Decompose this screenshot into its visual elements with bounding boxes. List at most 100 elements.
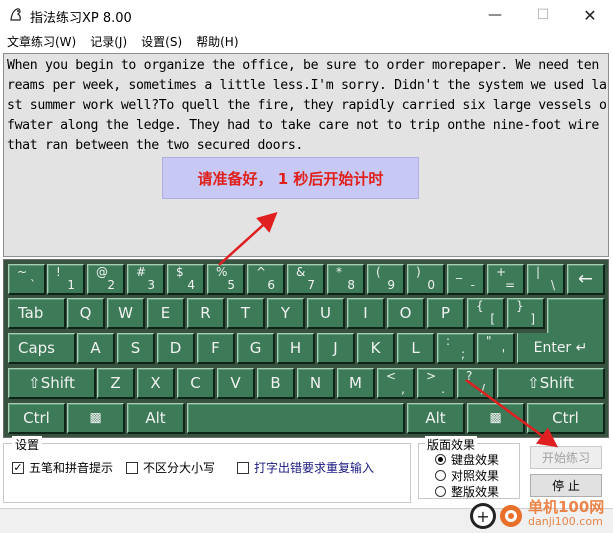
key-semicolon[interactable]: :;	[437, 333, 475, 364]
radio-compare-effect[interactable]: 对照效果	[435, 467, 499, 484]
key-right-shift[interactable]: ⇧Shift	[497, 368, 605, 399]
menu-article-practice[interactable]: 文章练习(W)	[0, 30, 83, 52]
key-space[interactable]	[187, 403, 405, 434]
window-title: 指法练习XP 8.00	[30, 11, 132, 26]
key-d[interactable]: D	[157, 333, 195, 364]
key-4[interactable]: $4	[167, 264, 205, 295]
key-left-win[interactable]: ▩	[67, 403, 125, 434]
start-practice-button[interactable]: 开始练习	[530, 446, 602, 469]
virtual-keyboard: ~ ` ! 1 @2 #3 $4 % 5 ^ 6 & 7 * 8 (9 ) 0 _ - + = |…	[3, 259, 609, 438]
checkbox-unchecked[interactable]	[126, 461, 138, 474]
key-period[interactable]: >.	[417, 368, 455, 399]
key-l[interactable]: L	[397, 333, 435, 364]
radio-unselected[interactable]	[435, 486, 446, 497]
key-q[interactable]: Q	[67, 298, 105, 329]
key-8[interactable]: * 8	[327, 264, 365, 295]
key-u[interactable]: U	[307, 298, 345, 329]
title-bar: 指法练习XP 8.00 — ☐ ✕	[0, 0, 613, 30]
maximize-icon: ☐	[536, 7, 550, 23]
windows-icon: ▩	[489, 410, 502, 426]
key-6[interactable]: ^ 6	[247, 264, 285, 295]
key-minus[interactable]: _ -	[447, 264, 485, 295]
option-case-insensitive[interactable]: 不区分大小写	[126, 459, 215, 476]
key-right-win[interactable]: ▩	[467, 403, 525, 434]
backspace-arrow-icon: ←	[577, 268, 594, 290]
key-t[interactable]: T	[227, 298, 265, 329]
key-f[interactable]: F	[197, 333, 235, 364]
practice-text-panel[interactable]: When you begin to organize the office, b…	[3, 53, 609, 257]
option-repeat-on-error[interactable]: 打字出错要求重复输入	[237, 459, 374, 476]
key-o[interactable]: O	[387, 298, 425, 329]
key-right-bracket[interactable]: }]	[507, 298, 545, 329]
key-p[interactable]: P	[427, 298, 465, 329]
app-icon	[10, 8, 21, 21]
close-button[interactable]: ✕	[567, 0, 613, 30]
key-backslash[interactable]: | \	[527, 264, 565, 295]
menu-records[interactable]: 记录(J)	[83, 30, 134, 52]
key-i[interactable]: I	[347, 298, 385, 329]
key-backspace[interactable]: ←	[567, 264, 605, 295]
key-right-ctrl[interactable]: Ctrl	[527, 403, 605, 434]
key-quote[interactable]: " '	[477, 333, 515, 364]
key-1[interactable]: ! 1	[47, 264, 85, 295]
key-left-alt[interactable]: Alt	[127, 403, 185, 434]
key-7[interactable]: & 7	[287, 264, 325, 295]
key-w[interactable]: W	[107, 298, 145, 329]
key-c[interactable]: C	[177, 368, 215, 399]
key-m[interactable]: M	[337, 368, 375, 399]
key-tab[interactable]: Tab	[8, 298, 66, 329]
radio-unselected[interactable]	[435, 470, 446, 481]
key-z[interactable]: Z	[97, 368, 135, 399]
minimize-button[interactable]: —	[472, 0, 518, 30]
countdown-message: 请准备好， 1 秒后开始计时	[162, 157, 419, 199]
key-9[interactable]: (9	[367, 264, 405, 295]
key-v[interactable]: V	[217, 368, 255, 399]
key-equals[interactable]: + =	[487, 264, 525, 295]
key-left-shift[interactable]: ⇧Shift	[8, 368, 96, 399]
key-slash[interactable]: ? /	[457, 368, 495, 399]
windows-icon: ▩	[89, 410, 102, 426]
key-left-ctrl[interactable]: Ctrl	[8, 403, 66, 434]
key-enter[interactable]: Enter ↵	[517, 333, 605, 364]
key-n[interactable]: N	[297, 368, 335, 399]
settings-group: 设置 ✓ 五笔和拼音提示 不区分大小写 打字出错要求重复输入	[3, 436, 411, 503]
key-3[interactable]: #3	[127, 264, 165, 295]
enter-label: Enter ↵	[533, 339, 588, 356]
key-r[interactable]: R	[187, 298, 225, 329]
key-left-bracket[interactable]: {[	[467, 298, 505, 329]
key-g[interactable]: G	[237, 333, 275, 364]
key-s[interactable]: S	[117, 333, 155, 364]
minimize-icon: —	[488, 7, 502, 23]
key-x[interactable]: X	[137, 368, 175, 399]
key-h[interactable]: H	[277, 333, 315, 364]
stop-button[interactable]: 停 止	[530, 474, 602, 497]
key-y[interactable]: Y	[267, 298, 305, 329]
key-k[interactable]: K	[357, 333, 395, 364]
key-comma[interactable]: <,	[377, 368, 415, 399]
radio-selected[interactable]	[435, 454, 446, 465]
key-j[interactable]: J	[317, 333, 355, 364]
key-caps[interactable]: Caps	[8, 333, 76, 364]
menu-settings[interactable]: 设置(S)	[134, 30, 189, 52]
maximize-button[interactable]: ☐	[520, 0, 566, 30]
settings-title: 设置	[12, 436, 43, 453]
key-b[interactable]: B	[257, 368, 295, 399]
key-5[interactable]: % 5	[207, 264, 245, 295]
checkbox-unchecked[interactable]	[237, 461, 249, 474]
key-0[interactable]: ) 0	[407, 264, 445, 295]
layout-effects-group: 版面效果 键盘效果 对照效果 整版效果	[418, 436, 520, 499]
key-2[interactable]: @2	[87, 264, 125, 295]
radio-keyboard-effect[interactable]: 键盘效果	[435, 451, 499, 468]
watermark-icon: +	[470, 503, 522, 529]
key-a[interactable]: A	[77, 333, 115, 364]
key-right-alt[interactable]: Alt	[407, 403, 465, 434]
close-icon: ✕	[583, 5, 597, 25]
menu-bar: 文章练习(W) 记录(J) 设置(S) 帮助(H)	[0, 30, 613, 52]
checkbox-checked[interactable]: ✓	[12, 461, 24, 474]
key-e[interactable]: E	[147, 298, 185, 329]
watermark-logo: + 单机100网 danji100.com	[470, 496, 613, 533]
option-wubi-pinyin-hint[interactable]: ✓ 五笔和拼音提示	[12, 459, 113, 476]
practice-passage: When you begin to organize the office, b…	[7, 58, 607, 153]
menu-help[interactable]: 帮助(H)	[189, 30, 245, 52]
key-backtick[interactable]: ~ `	[8, 264, 46, 295]
